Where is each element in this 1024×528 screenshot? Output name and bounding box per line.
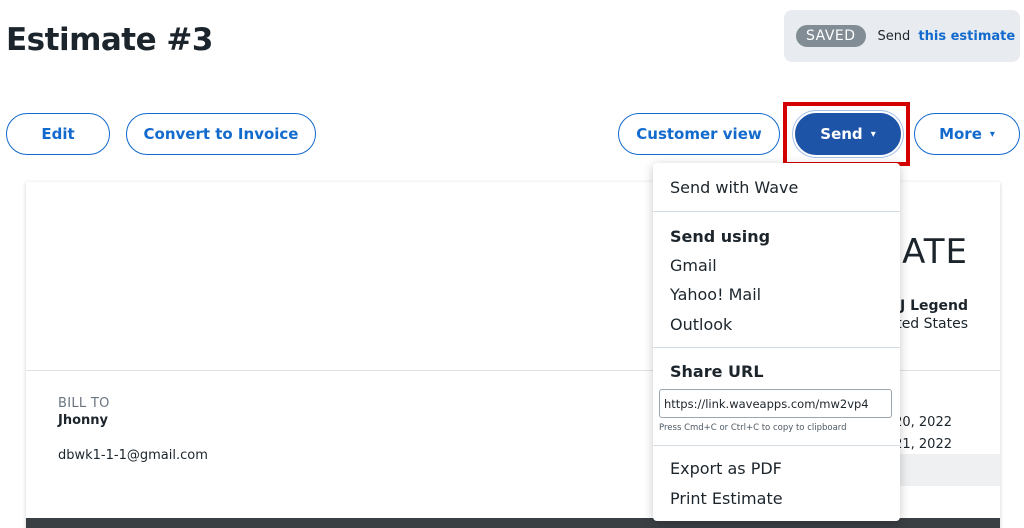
expiry-date: 21, 2022 (894, 437, 952, 452)
send-button[interactable]: Send ▾ (795, 113, 901, 155)
more-button-label: More (939, 125, 982, 143)
saved-status-badge: SAVED (796, 25, 866, 47)
send-this-estimate-link[interactable]: this estimate (918, 29, 1015, 44)
send-prompt-text: Send (877, 28, 911, 44)
share-url-heading: Share URL (670, 362, 764, 381)
document-heading: ATE (902, 232, 968, 272)
convert-to-invoice-button[interactable]: Convert to Invoice (126, 113, 316, 155)
send-using-heading: Send using (670, 227, 771, 246)
customer-email: dbwk1-1-1@gmail.com (58, 448, 208, 463)
bill-to-label: BILL TO (58, 396, 110, 411)
customer-name: Jhonny (58, 413, 109, 428)
gmail-item[interactable]: Gmail (670, 256, 717, 275)
send-with-wave-item[interactable]: Send with Wave (670, 178, 798, 197)
outlook-item[interactable]: Outlook (670, 315, 732, 334)
caret-down-icon: ▾ (870, 128, 876, 140)
more-button[interactable]: More ▾ (914, 113, 1020, 155)
business-name: DJ Legend (888, 298, 968, 314)
menu-divider (653, 211, 900, 212)
business-country: ted States (896, 316, 968, 332)
menu-divider (653, 347, 900, 348)
customer-view-button[interactable]: Customer view (618, 113, 780, 155)
page-title: Estimate #3 (6, 22, 213, 58)
estimate-date: 20, 2022 (894, 415, 952, 430)
copy-hint: Press Cmd+C or Ctrl+C to copy to clipboa… (659, 423, 847, 433)
caret-down-icon: ▾ (989, 128, 995, 140)
send-button-label: Send (820, 125, 863, 143)
export-pdf-item[interactable]: Export as PDF (670, 459, 782, 478)
share-url-input[interactable] (659, 389, 892, 418)
send-estimate-prompt: Send this estimate (878, 29, 1016, 44)
send-dropdown-menu: Send with Wave Send using Gmail Yahoo! M… (653, 163, 900, 521)
edit-button[interactable]: Edit (6, 113, 110, 155)
print-estimate-item[interactable]: Print Estimate (670, 489, 783, 508)
status-bar: SAVED Send this estimate (784, 10, 1020, 62)
menu-divider (653, 445, 900, 446)
yahoo-mail-item[interactable]: Yahoo! Mail (670, 285, 761, 304)
